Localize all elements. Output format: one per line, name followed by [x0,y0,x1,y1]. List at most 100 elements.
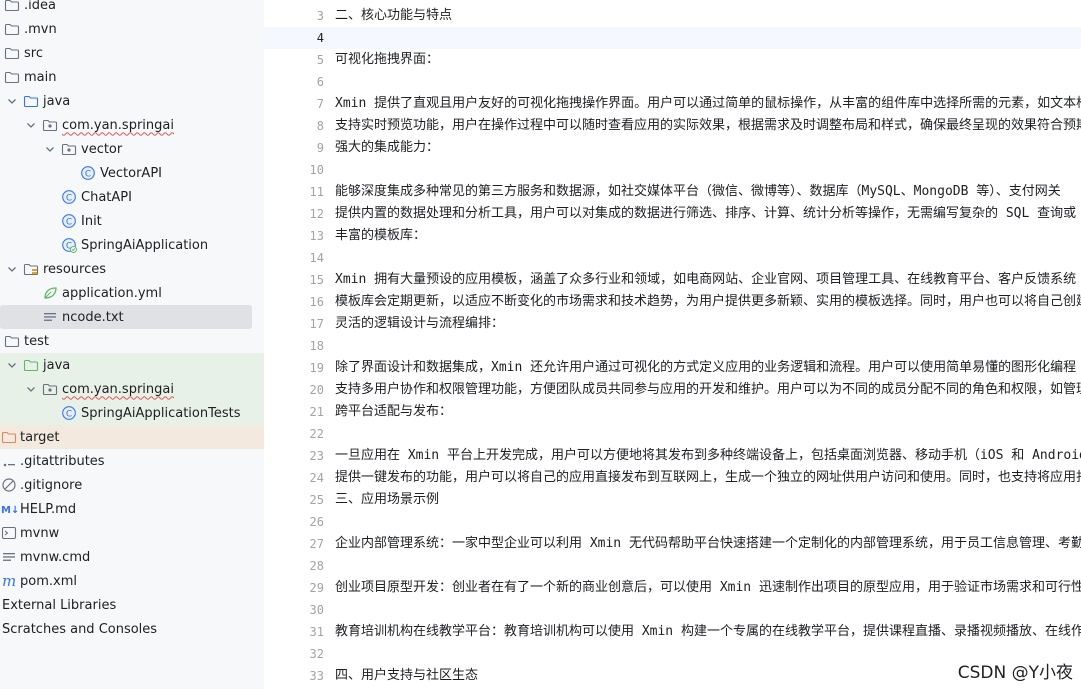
editor-line[interactable]: 29 创业项目原型开发：创业者在有了一个新的商业创意后，可以使用 Xmin 迅速制… [264,577,1081,599]
chevron-down-icon[interactable] [25,119,37,131]
line-text[interactable]: 四、用户支持与社区生态 [335,665,478,687]
tree-item-label: pom.xml [20,573,77,589]
chevron-down-icon[interactable] [44,143,56,155]
editor-line[interactable]: 7 Xmin 提供了直观且用户友好的可视化拖拽操作界面。用户可以通过简单的鼠标操作… [264,93,1081,115]
tree-item-test[interactable]: test [0,329,264,353]
line-number: 19 [309,361,324,375]
line-number: 7 [316,97,324,111]
editor-line[interactable]: 30 [264,599,1081,621]
svg-text:m: m [2,573,16,589]
tree-item-gitignore[interactable]: .gitignore [0,473,264,497]
tree-item-external-libraries[interactable]: External Libraries [0,593,264,617]
editor-line[interactable]: 14 [264,247,1081,269]
line-number: 5 [316,53,324,67]
tree-item-chatapi[interactable]: C ChatAPI [0,185,264,209]
editor-line[interactable]: 11 能够深度集成多种常见的第三方服务和数据源，如社交媒体平台（微信、微博等）、数… [264,181,1081,203]
editor-line[interactable]: 18 [264,335,1081,357]
line-text[interactable]: Xmin 提供了直观且用户友好的可视化拖拽操作界面。用户可以通过简单的鼠标操作，… [335,93,1081,115]
text-file-icon [1,549,17,565]
editor-line[interactable]: 23 一旦应用在 Xmin 平台上开发完成，用户可以方便地将其发布到多种终端设备上… [264,445,1081,467]
line-text[interactable]: 三、应用场景示例 [335,489,439,511]
line-text[interactable]: 灵活的逻辑设计与流程编排： [335,313,504,335]
chevron-down-icon[interactable] [6,95,18,107]
editor-line[interactable]: 9 强大的集成能力： [264,137,1081,159]
line-number: 3 [316,9,324,23]
line-text[interactable]: 丰富的模板库： [335,225,426,247]
line-text[interactable]: 二、核心功能与特点 [335,5,452,27]
tree-item-mvnw[interactable]: mvnw [0,521,264,545]
line-text[interactable]: 除了界面设计和数据集成，Xmin 还允许用户通过可视化的方式定义应用的业务逻辑和… [335,357,1076,379]
editor-line[interactable]: 24 提供一键发布的功能，用户可以将自己的应用直接发布到互联网上，生成一个独立的网… [264,467,1081,489]
tree-item-target[interactable]: target [0,425,264,449]
tree-item-java[interactable]: java [0,353,264,377]
project-tree-panel: .idea .mvn src main java com.yan.springai vect… [0,0,264,689]
tree-item-src[interactable]: src [0,41,264,65]
tree-item-help-md[interactable]: M↓ HELP.md [0,497,264,521]
editor-line[interactable]: 6 [264,71,1081,93]
chevron-down-icon[interactable] [6,359,18,371]
editor-line[interactable]: 26 [264,511,1081,533]
tree-item-application-yml[interactable]: application.yml [0,281,264,305]
line-text[interactable]: 提供一键发布的功能，用户可以将自己的应用直接发布到互联网上，生成一个独立的网址供… [335,467,1081,489]
line-text[interactable]: 能够深度集成多种常见的第三方服务和数据源，如社交媒体平台（微信、微博等）、数据库… [335,181,1061,203]
editor-line[interactable]: 21 跨平台适配与发布： [264,401,1081,423]
tree-item-com-yan-springai[interactable]: com.yan.springai [0,113,264,137]
editor-line[interactable]: 8 支持实时预览功能，用户在操作过程中可以随时查看应用的实际效果，根据需求及时调整… [264,115,1081,137]
tree-item-gitattributes[interactable]: .gitattributes [0,449,264,473]
line-number: 9 [316,141,324,155]
editor-line[interactable]: 5 可视化拖拽界面： [264,49,1081,71]
line-text[interactable]: 提供内置的数据处理和分析工具，用户可以对集成的数据进行筛选、排序、计算、统计分析… [335,203,1076,225]
line-text[interactable]: 模板库会定期更新，以适应不断变化的市场需求和技术趋势，为用户提供更多新颖、实用的… [335,291,1081,313]
tree-item-springaiapplication[interactable]: C SpringAiApplication [0,233,264,257]
line-text[interactable]: 支持实时预览功能，用户在操作过程中可以随时查看应用的实际效果，根据需求及时调整布… [335,115,1081,137]
tree-item-mvnw-cmd[interactable]: mvnw.cmd [0,545,264,569]
line-text[interactable]: 强大的集成能力： [335,137,439,159]
editor-line[interactable]: 12 提供内置的数据处理和分析工具，用户可以对集成的数据进行筛选、排序、计算、统计… [264,203,1081,225]
tree-item-main[interactable]: main [0,65,264,89]
editor-line[interactable]: 20 支持多用户协作和权限管理功能，方便团队成员共同参与应用的开发和维护。用户可以… [264,379,1081,401]
line-text[interactable]: 一旦应用在 Xmin 平台上开发完成，用户可以方便地将其发布到多种终端设备上，包… [335,445,1081,467]
editor-line[interactable]: 4 [264,27,1081,49]
line-number: 21 [309,405,324,419]
editor-line[interactable]: 10 [264,159,1081,181]
editor-line[interactable]: 28 [264,555,1081,577]
line-number: 17 [309,317,324,331]
editor-line[interactable]: 25 三、应用场景示例 [264,489,1081,511]
tree-item-mvn[interactable]: .mvn [0,17,264,41]
line-text[interactable]: 可视化拖拽界面： [335,49,439,71]
editor-line[interactable]: 19 除了界面设计和数据集成，Xmin 还允许用户通过可视化的方式定义应用的业务逻… [264,357,1081,379]
editor-line[interactable]: 22 [264,423,1081,445]
editor-panel[interactable]: 3 二、核心功能与特点 4 5 可视化拖拽界面： 6 7 Xmin 提供了直观且用户友好的可视… [264,0,1081,689]
line-text[interactable]: 创业项目原型开发：创业者在有了一个新的商业创意后，可以使用 Xmin 迅速制作出… [335,577,1081,599]
tree-item-pom-xml[interactable]: m pom.xml [0,569,264,593]
tree-item-vector[interactable]: vector [0,137,264,161]
editor-line[interactable]: 15 Xmin 拥有大量预设的应用模板，涵盖了众多行业和领域，如电商网站、企业官网… [264,269,1081,291]
line-number: 10 [309,163,324,177]
svg-text:C: C [66,409,72,419]
chevron-down-icon[interactable] [6,263,18,275]
editor-line[interactable]: 13 丰富的模板库： [264,225,1081,247]
tree-item-java[interactable]: java [0,89,264,113]
tree-item-vectorapi[interactable]: C VectorAPI [0,161,264,185]
tree-item-init[interactable]: C Init [0,209,264,233]
tree-item-idea[interactable]: .idea [0,0,264,17]
tree-item-label: java [43,93,71,109]
line-text[interactable]: Xmin 拥有大量预设的应用模板，涵盖了众多行业和领域，如电商网站、企业官网、项… [335,269,1076,291]
line-text[interactable]: 企业内部管理系统：一家中型企业可以利用 Xmin 无代码帮助平台快速搭建一个定制… [335,533,1081,555]
editor-line[interactable]: 3 二、核心功能与特点 [264,5,1081,27]
editor-line[interactable]: 17 灵活的逻辑设计与流程编排： [264,313,1081,335]
line-text[interactable]: 跨平台适配与发布： [335,401,452,423]
tree-item-com-yan-springai[interactable]: com.yan.springai [0,377,264,401]
tree-item-resources[interactable]: resources [0,257,264,281]
tree-item-ncode-txt[interactable]: ncode.txt [0,305,252,329]
line-text[interactable]: 支持多用户协作和权限管理功能，方便团队成员共同参与应用的开发和维护。用户可以为不… [335,379,1081,401]
editor-line[interactable]: 16 模板库会定期更新，以适应不断变化的市场需求和技术趋势，为用户提供更多新颖、实… [264,291,1081,313]
tree-item-scratches-and-consoles[interactable]: Scratches and Consoles [0,617,264,641]
package-icon [61,141,77,157]
chevron-down-icon[interactable] [25,383,37,395]
source-folder-icon [23,93,39,109]
tree-item-springaiapplicationtests[interactable]: C SpringAiApplicationTests [0,401,264,425]
editor-line[interactable]: 31 教育培训机构在线教学平台：教育培训机构可以使用 Xmin 构建一个专属的在线… [264,621,1081,643]
line-text[interactable]: 教育培训机构在线教学平台：教育培训机构可以使用 Xmin 构建一个专属的在线教学… [335,621,1081,643]
editor-line[interactable]: 27 企业内部管理系统：一家中型企业可以利用 Xmin 无代码帮助平台快速搭建一个… [264,533,1081,555]
